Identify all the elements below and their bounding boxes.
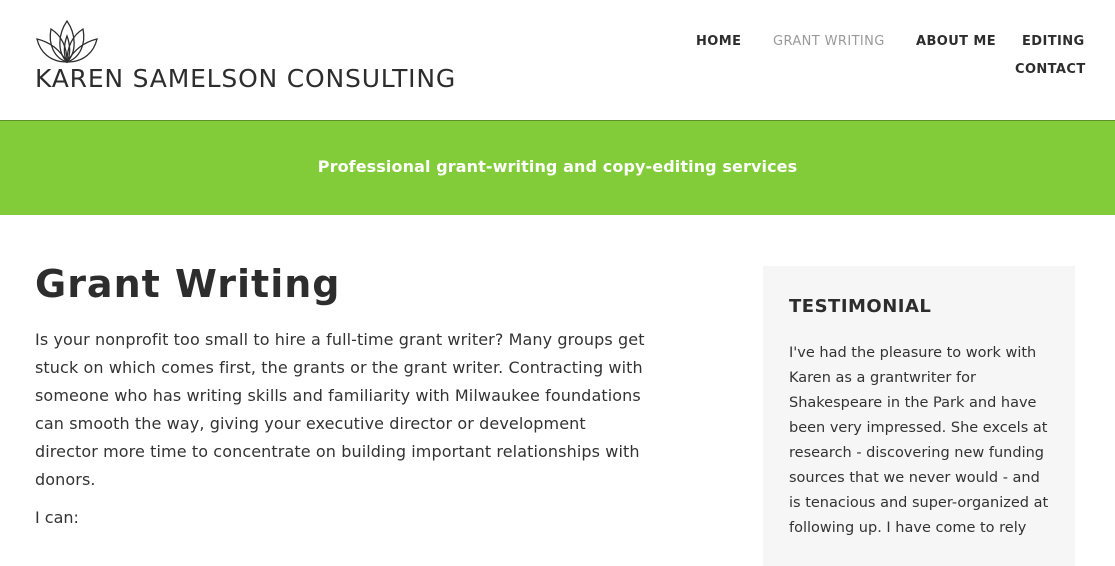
testimonial-text: I've had the pleasure to work with Karen… — [789, 345, 1049, 536]
lotus-flower-icon[interactable] — [36, 18, 98, 64]
widget-title: TESTIMONIAL — [789, 296, 932, 317]
page-title: Grant Writing — [35, 262, 341, 306]
nav-item-home[interactable]: HOME — [696, 34, 741, 49]
testimonial-widget: TESTIMONIAL I've had the pleasure to wor… — [763, 266, 1075, 566]
site-header: KAREN SAMELSON CONSULTING HOME GRANT WRI… — [0, 0, 1115, 120]
tagline-banner: Professional grant-writing and copy-edit… — [0, 120, 1115, 215]
nav-item-editing[interactable]: EDITING — [1022, 34, 1085, 49]
nav-item-contact[interactable]: CONTACT — [1015, 62, 1086, 77]
intro-paragraph: Is your nonprofit too small to hire a fu… — [35, 330, 645, 489]
nav-item-grant-writing[interactable]: GRANT WRITING — [773, 34, 885, 49]
list-intro: I can: — [35, 508, 79, 527]
nav-item-about-me[interactable]: ABOUT ME — [916, 34, 996, 49]
main-content: Grant Writing Is your nonprofit too smal… — [35, 262, 655, 527]
site-title[interactable]: KAREN SAMELSON CONSULTING — [35, 64, 456, 93]
tagline: Professional grant-writing and copy-edit… — [317, 157, 798, 176]
